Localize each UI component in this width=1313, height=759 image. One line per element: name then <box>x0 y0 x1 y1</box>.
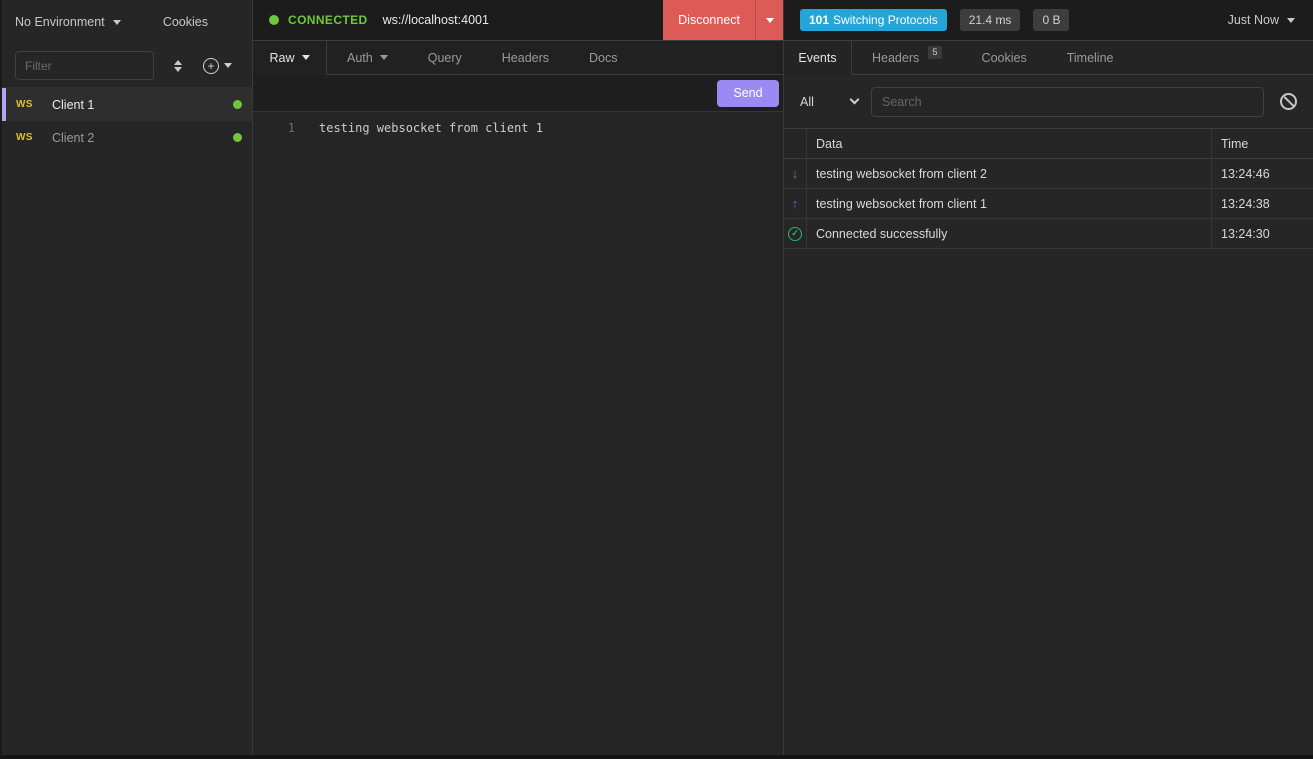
event-data: testing websocket from client 2 <box>807 159 1211 188</box>
status-code: 101 <box>809 13 829 27</box>
sort-down-icon <box>174 67 182 72</box>
request-list: WS Client 1 WS Client 2 <box>2 88 252 755</box>
ws-method-tag: WS <box>16 132 40 143</box>
tab-label: Events <box>798 51 836 65</box>
sidebar-filter-input[interactable] <box>15 51 154 80</box>
check-circle-icon: ✓ <box>788 227 802 241</box>
request-name: Client 1 <box>52 98 94 112</box>
request-item-client-2[interactable]: WS Client 2 <box>2 121 252 154</box>
response-tabs: Events Headers 5 Cookies Timeline <box>784 41 1313 75</box>
response-status-bar: 101 Switching Protocols 21.4 ms 0 B Just… <box>784 0 1313 41</box>
tab-events[interactable]: Events <box>784 41 852 75</box>
headers-count-badge: 5 <box>928 46 941 59</box>
disconnect-label[interactable]: Disconnect <box>663 0 755 40</box>
send-button[interactable]: Send <box>717 80 779 107</box>
request-url-bar: CONNECTED ws://localhost:4001 Disconnect <box>253 0 783 41</box>
request-name: Client 2 <box>52 131 94 145</box>
event-time: 13:24:38 <box>1211 189 1313 218</box>
send-row: Send <box>253 75 783 112</box>
tab-label: Query <box>428 51 462 65</box>
data-column-header: Data <box>807 129 1211 158</box>
environment-selector[interactable]: No Environment <box>15 15 163 29</box>
request-tabs: Raw Auth Query Headers Docs <box>253 41 783 75</box>
time-column-header: Time <box>1211 129 1313 158</box>
status-code-badge: 101 Switching Protocols <box>800 9 947 31</box>
response-history-dropdown[interactable]: Just Now <box>1228 13 1295 27</box>
plus-circle-icon: + <box>203 58 219 74</box>
add-request-button[interactable]: + <box>203 58 232 74</box>
request-pane: CONNECTED ws://localhost:4001 Disconnect… <box>253 0 784 755</box>
tab-label: Docs <box>589 51 617 65</box>
event-data: testing websocket from client 1 <box>807 189 1211 218</box>
tab-label: Headers <box>502 51 549 65</box>
event-type-label: All <box>800 95 814 109</box>
sort-icon[interactable] <box>174 60 182 72</box>
tab-label: Auth <box>347 51 373 65</box>
tab-raw[interactable]: Raw <box>253 41 327 75</box>
tab-query[interactable]: Query <box>408 41 482 75</box>
message-editor[interactable]: 1 testing websocket from client 1 <box>253 112 783 755</box>
ws-method-tag: WS <box>16 99 40 110</box>
icon-column-header <box>784 129 807 158</box>
request-item-client-1[interactable]: WS Client 1 <box>2 88 252 121</box>
tab-label: Raw <box>269 51 294 65</box>
events-filter-row: All <box>784 75 1313 128</box>
clear-events-ban-icon[interactable] <box>1280 93 1297 110</box>
tab-timeline[interactable]: Timeline <box>1047 41 1134 75</box>
event-time: 13:24:46 <box>1211 159 1313 188</box>
app-window: No Environment Cookies + WS Client 1 <box>0 0 1313 755</box>
response-pane: 101 Switching Protocols 21.4 ms 0 B Just… <box>784 0 1313 755</box>
chevron-down-icon <box>380 55 388 60</box>
connection-status-dot <box>233 133 242 142</box>
history-label: Just Now <box>1228 13 1279 27</box>
connection-status-label: CONNECTED <box>288 13 368 27</box>
connected-dot-icon <box>269 15 279 25</box>
check-glyph: ✓ <box>791 229 799 238</box>
events-table-header: Data Time <box>784 129 1313 159</box>
cookies-button[interactable]: Cookies <box>163 15 208 29</box>
event-search-input[interactable] <box>871 87 1264 117</box>
tab-label: Cookies <box>982 51 1027 65</box>
event-row-received[interactable]: ↓ testing websocket from client 2 13:24:… <box>784 159 1313 189</box>
sidebar-filter-row: + <box>2 44 252 88</box>
event-data: Connected successfully <box>807 219 1211 248</box>
tabrow-filler <box>1134 41 1313 75</box>
sort-up-icon <box>174 60 182 65</box>
event-type-dropdown[interactable]: All <box>800 95 858 109</box>
disconnect-options-button[interactable] <box>755 0 783 40</box>
sidebar: No Environment Cookies + WS Client 1 <box>2 0 253 755</box>
event-time: 13:24:30 <box>1211 219 1313 248</box>
duration-badge: 21.4 ms <box>960 9 1021 31</box>
tab-response-headers[interactable]: Headers 5 <box>852 41 962 75</box>
disconnect-button[interactable]: Disconnect <box>663 0 783 40</box>
arrow-down-icon: ↓ <box>792 166 799 181</box>
tab-headers[interactable]: Headers <box>482 41 569 75</box>
editor-text: testing websocket from client 1 <box>295 119 543 138</box>
tab-docs[interactable]: Docs <box>569 41 637 75</box>
editor-line: 1 testing websocket from client 1 <box>253 119 783 138</box>
chevron-down-icon <box>113 20 121 25</box>
chevron-down-icon <box>1287 18 1295 23</box>
chevron-down-icon <box>224 63 232 68</box>
status-reason: Switching Protocols <box>833 13 938 27</box>
tab-label: Headers <box>872 51 919 65</box>
event-row-connected[interactable]: ✓ Connected successfully 13:24:30 <box>784 219 1313 249</box>
size-badge: 0 B <box>1033 9 1069 31</box>
chevron-down-icon <box>766 18 774 23</box>
websocket-url[interactable]: ws://localhost:4001 <box>383 13 489 27</box>
plus-glyph: + <box>207 60 214 72</box>
tabrow-filler <box>638 41 784 75</box>
tab-auth[interactable]: Auth <box>327 41 408 75</box>
arrow-up-icon: ↑ <box>792 196 799 211</box>
connection-status-dot <box>233 100 242 109</box>
sidebar-header: No Environment Cookies <box>2 0 252 44</box>
line-number: 1 <box>253 119 295 138</box>
environment-label: No Environment <box>15 15 105 29</box>
tab-response-cookies[interactable]: Cookies <box>962 41 1047 75</box>
tab-label: Timeline <box>1067 51 1114 65</box>
chevron-down-icon <box>850 95 860 105</box>
events-table: Data Time ↓ testing websocket from clien… <box>784 128 1313 249</box>
event-row-sent[interactable]: ↑ testing websocket from client 1 13:24:… <box>784 189 1313 219</box>
chevron-down-icon <box>302 55 310 60</box>
